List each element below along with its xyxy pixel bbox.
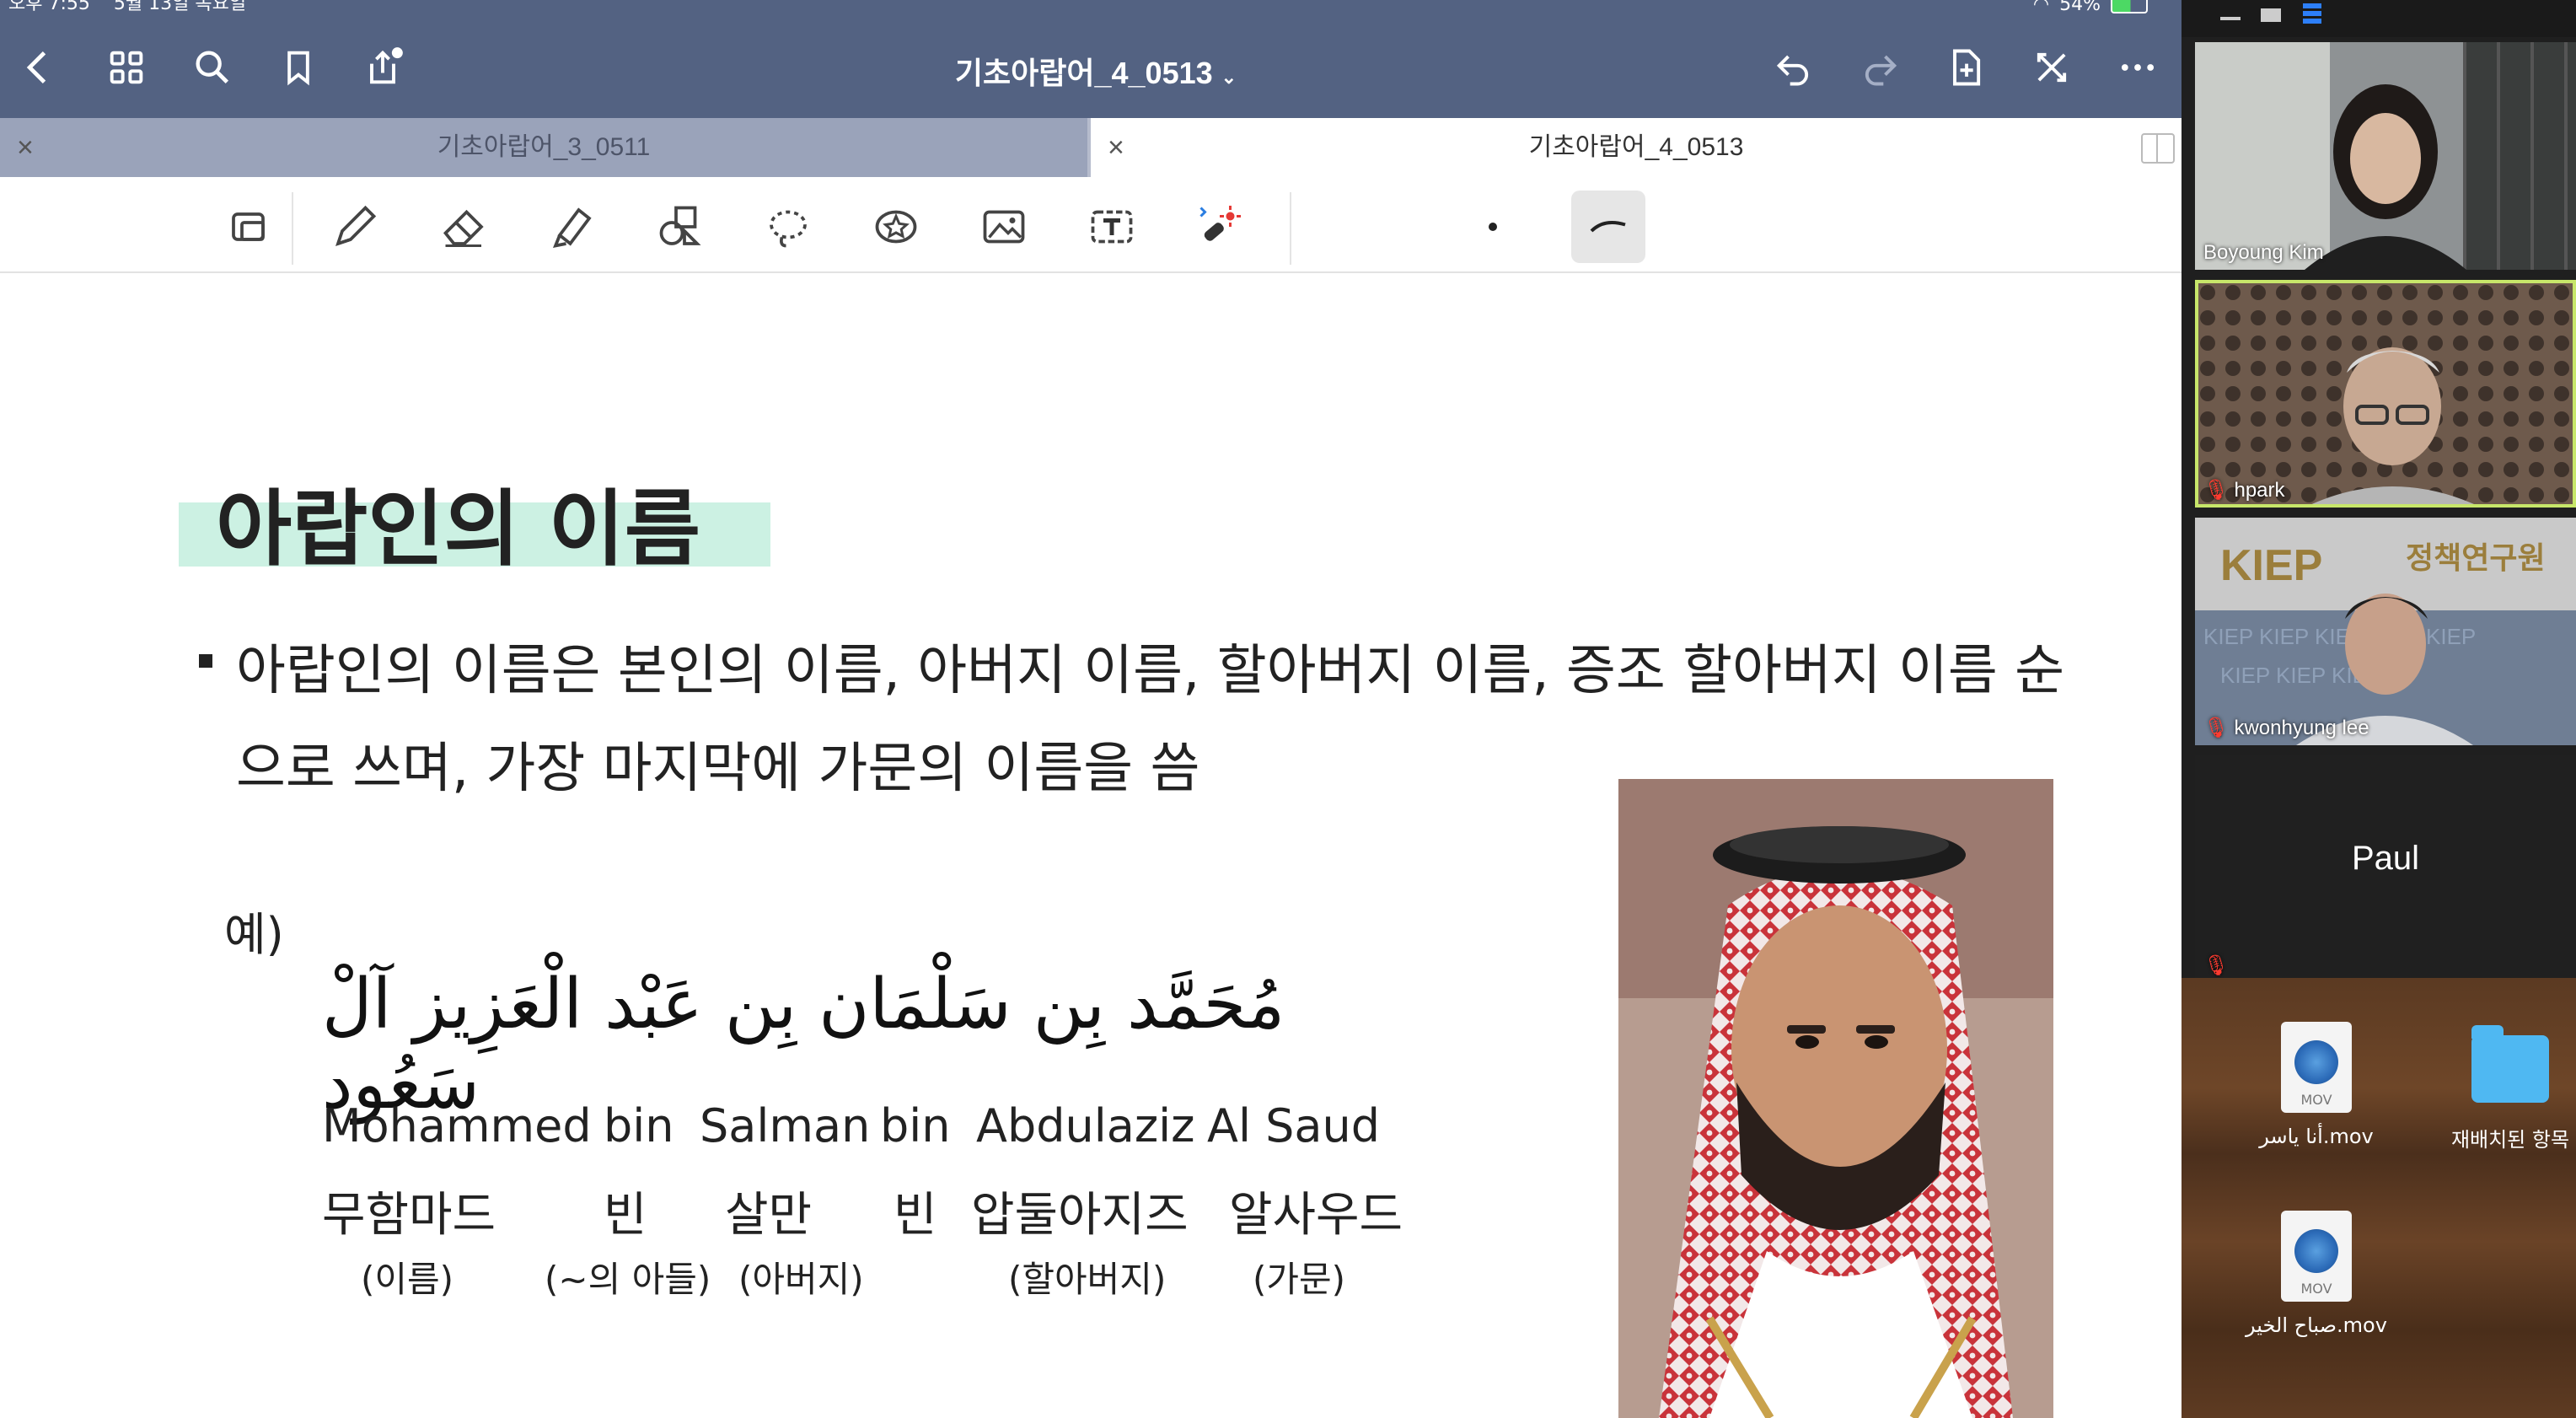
sticker-tool-icon[interactable] [868,199,924,255]
muted-mic-icon: 🎙︎ [2203,479,2230,502]
status-date: 5월 13일 목요일 [113,0,247,14]
chevron-down-icon: ⌄ [1221,67,1237,88]
gloss-word: (이름) [361,1259,454,1300]
battery-icon [2111,0,2148,13]
participant-name: kwonhyung lee [2234,716,2369,739]
desktop-file[interactable]: MOV صباح الخير.mov [2232,1211,2401,1337]
korean-word: 알사우드 [1229,1188,1403,1243]
status-bar: 오후 7:55 5월 13일 목요일 ◠ 54% [0,0,2182,19]
more-options-icon[interactable] [2112,42,2163,93]
gallery-controls [2182,0,2576,37]
roman-word: bin [604,1099,674,1152]
example-label: 예) [224,908,284,961]
back-chevron-icon[interactable] [13,42,64,93]
gloss-word: (~의 아들) [545,1259,711,1300]
undo-icon[interactable] [1768,42,1819,93]
gallery-view-icon[interactable] [2303,3,2321,24]
korean-word: 압둘아지즈 [971,1188,1189,1243]
roman-word: Al Saud [1207,1099,1380,1152]
stroke-style-icon[interactable] [1571,191,1645,263]
mov-file-icon: MOV [2281,1211,2352,1302]
muted-mic-icon: 🎙︎ [2203,717,2230,739]
participant-name: Paul [2351,840,2420,877]
korean-word: 빈 [604,1188,647,1243]
pen-size-dot-icon[interactable] [1465,199,1521,255]
bookmark-icon[interactable] [273,42,324,93]
korean-word: 빈 [894,1188,937,1243]
pen-tool-icon[interactable] [327,199,383,255]
participant-tile[interactable]: Paul 🎙︎ [2195,755,2576,983]
roman-word: Mohammed [322,1099,592,1152]
battery-percent: 54% [2059,0,2101,15]
top-navigation-bar: 기초아랍어_4_0513 ⌄ [0,19,2182,118]
mac-desktop: MOV أنا ياسر.mov 재배치된 항목 MOV صباح الخير.… [2182,978,2576,1418]
participant-tile[interactable]: Boyoung Kim [2195,42,2576,270]
gloss-word: (할아버지) [1008,1259,1167,1300]
korean-word: 무함마드 [322,1188,496,1243]
highlighter-tool-icon[interactable] [545,199,600,255]
svg-text:KIEP KIEP KIEP KIEP KIEP: KIEP KIEP KIEP KIEP KIEP [2203,624,2476,649]
laser-pointer-icon[interactable] [1192,199,1248,255]
participant-name: hpark [2234,478,2285,502]
text-tool-icon[interactable] [1084,199,1140,255]
close-icon[interactable]: × [1108,118,1124,177]
video-call-sidebar: Boyoung Kim 🎙︎ hpark KIEP 정책연구원 KIEP KIE… [2182,0,2576,1418]
muted-mic-icon: 🎙︎ [2203,954,2230,977]
portrait-photo [1618,779,2053,1418]
close-icon[interactable]: × [17,118,34,177]
toolbar-divider [292,192,293,265]
svg-text:KIEP: KIEP [2220,541,2322,590]
roman-word: bin [880,1099,951,1152]
bullet-point [199,654,212,668]
file-name: أنا ياسر.mov [2259,1125,2374,1148]
zoom-window-icon[interactable] [223,199,278,255]
image-tool-icon[interactable] [976,199,1032,255]
exit-fullscreen-icon[interactable] [2026,42,2077,93]
roman-word: Salman [700,1099,871,1152]
participant-tile[interactable]: KIEP 정책연구원 KIEP KIEP KIEP KIEP KIEP KIEP… [2195,518,2576,745]
tab-document-4[interactable]: × 기초아랍어_4_0513 [1091,118,2182,177]
gloss-word: (가문) [1253,1259,1346,1300]
minimize-icon[interactable] [2220,17,2241,20]
document-tab-bar: × 기초아랍어_3_0511 × 기초아랍어_4_0513 [0,118,2182,177]
thumbnail-view-icon[interactable] [2261,8,2281,22]
tab-document-3[interactable]: × 기초아랍어_3_0511 [0,118,1087,177]
file-name: 재배치된 항목 [2450,1128,2570,1152]
desktop-folder[interactable]: 재배치된 항목 [2434,1022,2576,1152]
status-time: 오후 7:55 [8,0,90,14]
folder-icon [2471,1025,2549,1103]
participant-tile[interactable]: 🎙︎ hpark [2195,280,2576,508]
redo-icon[interactable] [1854,42,1905,93]
mov-file-icon: MOV [2281,1022,2352,1113]
toolbar-divider [1290,192,1291,265]
drawing-toolbar [0,177,2182,273]
share-icon[interactable] [357,42,408,93]
wifi-icon: ◠ [2032,0,2050,15]
notebook-page: 아랍인의 이름 아랍인의 이름은 본인의 이름, 아버지 이름, 할아버지 이름… [0,273,2182,1418]
svg-text:정책연구원: 정책연구원 [2406,541,2546,576]
roman-word: Abdulaziz [976,1099,1195,1152]
korean-word: 살만 [725,1188,813,1243]
eraser-tool-icon[interactable] [437,199,492,255]
gloss-word: (아버지) [738,1259,864,1300]
add-page-icon[interactable] [1940,42,1991,93]
split-view-icon[interactable] [2141,133,2175,164]
shape-tool-icon[interactable] [652,199,708,255]
participant-name: Boyoung Kim [2203,241,2324,264]
document-title[interactable]: 기초아랍어_4_0513 ⌄ [927,49,1264,93]
grid-view-icon[interactable] [101,42,152,93]
slide-heading: 아랍인의 이름 [216,481,701,577]
search-icon[interactable] [187,42,238,93]
file-name: صباح الخير.mov [2246,1313,2387,1337]
lasso-tool-icon[interactable] [760,199,816,255]
desktop-file[interactable]: MOV أنا ياسر.mov [2232,1022,2401,1148]
goodnotes-window: 오후 7:55 5월 13일 목요일 ◠ 54% 기초아랍어_4_0513 ⌄ [0,0,2182,1418]
